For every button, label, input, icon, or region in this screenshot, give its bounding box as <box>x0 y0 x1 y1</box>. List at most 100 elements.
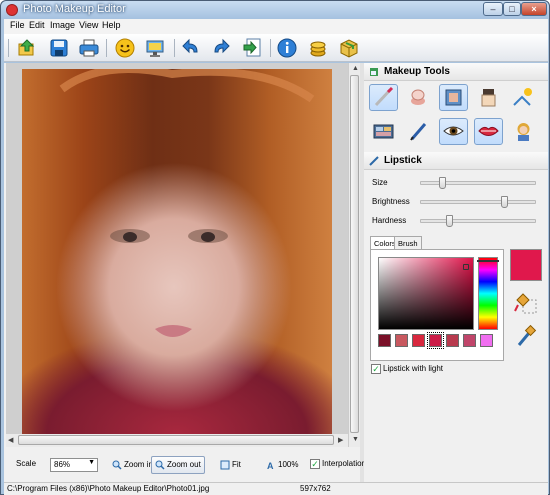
undo-icon[interactable] <box>180 37 202 59</box>
open-icon[interactable] <box>16 37 38 59</box>
scale-select[interactable]: 86% ▼ <box>50 458 98 472</box>
main-area: ▲ ▼ ◀ ▶ Scale 86% ▼ Zoom in Zoom out Fit… <box>4 63 548 482</box>
color-swatch[interactable] <box>463 334 476 347</box>
menu-file[interactable]: File <box>10 20 25 30</box>
fit-label: Fit <box>232 460 241 469</box>
saturation-value-picker[interactable] <box>378 257 474 330</box>
status-bar: C:\Program Files (x86)\Photo Makeup Edit… <box>4 482 548 495</box>
menu-help[interactable]: Help <box>102 20 121 30</box>
chevron-down-icon: ▼ <box>88 459 95 466</box>
actual-size-button[interactable]: A 100% <box>262 456 302 474</box>
menu-bar: File Edit Image View Help <box>4 19 548 34</box>
fit-button[interactable]: Fit <box>216 456 245 474</box>
menu-image[interactable]: Image <box>50 20 75 30</box>
color-swatch[interactable] <box>480 334 493 347</box>
eyeshadow-palette-icon <box>373 124 394 139</box>
lipstick-brush-icon <box>374 86 394 107</box>
close-button[interactable]: × <box>521 2 547 16</box>
size-slider[interactable] <box>420 177 536 189</box>
horizontal-scroll-thumb[interactable] <box>18 435 334 445</box>
brightness-slider-thumb[interactable] <box>500 196 508 208</box>
hardness-slider[interactable] <box>420 215 536 227</box>
color-swatch[interactable] <box>412 334 425 347</box>
tab-brush[interactable]: Brush <box>394 236 422 250</box>
coins-icon[interactable] <box>307 37 329 59</box>
powder-tool-button[interactable] <box>404 84 433 111</box>
powder-puff-icon <box>411 89 425 105</box>
fill-bucket-icon[interactable] <box>514 291 538 315</box>
svg-text:A: A <box>267 461 274 470</box>
save-icon[interactable] <box>48 37 70 59</box>
status-dimensions: 597x762 <box>300 484 331 493</box>
color-swatch[interactable] <box>427 332 444 349</box>
size-slider-thumb[interactable] <box>439 177 447 189</box>
interpolation-label: Interpolation <box>322 459 367 468</box>
minimize-button[interactable]: – <box>483 2 503 16</box>
color-picker-panel <box>370 249 504 361</box>
color-swatch[interactable] <box>378 334 391 347</box>
zoom-out-icon <box>155 460 165 470</box>
title-bar[interactable]: Photo Makeup Editor – □ × <box>1 1 549 19</box>
lipstick-tool-button[interactable] <box>369 84 398 111</box>
eyedropper-icon[interactable] <box>514 323 538 349</box>
zoom-bar: Scale 86% ▼ Zoom in Zoom out Fit A 100% … <box>6 453 366 479</box>
brightness-label: Brightness <box>372 197 410 206</box>
menu-edit[interactable]: Edit <box>29 20 45 30</box>
zoom-out-button[interactable]: Zoom out <box>151 456 205 474</box>
lipstick-with-light-checkbox[interactable]: ✓ <box>371 364 381 374</box>
scroll-left-icon[interactable]: ◀ <box>8 436 13 444</box>
cream-tool-button[interactable] <box>474 84 503 111</box>
redo-icon[interactable] <box>210 37 232 59</box>
actual-size-icon: A <box>267 461 274 470</box>
eye-tool-button[interactable] <box>439 118 468 145</box>
hardness-label: Hardness <box>372 216 407 225</box>
tanning-tool-button[interactable] <box>509 84 538 111</box>
eye-icon <box>443 126 464 136</box>
info-icon[interactable] <box>276 37 298 59</box>
main-toolbar <box>4 34 548 62</box>
zoom-in-button[interactable]: Zoom in <box>108 456 157 474</box>
monitor-icon[interactable] <box>144 37 166 59</box>
actual-size-label: 100% <box>278 460 299 469</box>
hue-marker[interactable] <box>477 260 499 262</box>
eyeshadow-tool-button[interactable] <box>369 118 398 145</box>
menu-view[interactable]: View <box>79 20 98 30</box>
horizontal-scrollbar[interactable]: ◀ ▶ <box>6 434 348 447</box>
scale-label: Scale <box>16 459 37 468</box>
fit-icon <box>220 460 230 470</box>
zoom-out-label: Zoom out <box>167 460 201 469</box>
hair-icon <box>517 123 530 141</box>
scroll-down-icon[interactable]: ▼ <box>352 436 359 443</box>
sun-chair-icon <box>513 88 532 106</box>
status-path: C:\Program Files (x86)\Photo Makeup Edit… <box>7 484 210 493</box>
image-canvas[interactable] <box>6 63 348 447</box>
box-icon[interactable] <box>338 37 360 59</box>
color-swatch[interactable] <box>395 334 408 347</box>
sv-marker[interactable] <box>463 264 469 270</box>
photo-image[interactable] <box>22 69 332 445</box>
vertical-scroll-thumb[interactable] <box>350 75 359 433</box>
lips-tool-button[interactable] <box>474 118 503 145</box>
app-window: Photo Makeup Editor – □ × File Edit Imag… <box>0 0 550 495</box>
maximize-button[interactable]: □ <box>503 2 521 16</box>
scroll-up-icon[interactable]: ▲ <box>352 65 359 72</box>
export-icon[interactable] <box>242 37 264 59</box>
eye-pencil-icon <box>410 123 427 141</box>
scroll-right-icon[interactable]: ▶ <box>338 436 343 444</box>
lips-icon <box>478 126 499 136</box>
current-color-swatch[interactable] <box>510 249 542 281</box>
hair-tool-button[interactable] <box>509 118 538 145</box>
eyeliner-tool-button[interactable] <box>404 118 433 145</box>
hardness-slider-thumb[interactable] <box>445 215 453 227</box>
color-swatch[interactable] <box>446 334 459 347</box>
hue-slider[interactable] <box>477 257 499 330</box>
foundation-icon <box>445 89 462 106</box>
foundation-tool-button[interactable] <box>439 84 468 111</box>
brightness-slider[interactable] <box>420 196 536 208</box>
print-icon[interactable] <box>78 37 100 59</box>
app-logo-icon <box>6 4 18 16</box>
interpolation-checkbox[interactable]: ✓ <box>310 459 320 469</box>
cream-jar-icon <box>481 89 496 107</box>
smiley-icon[interactable] <box>114 37 136 59</box>
vertical-scrollbar[interactable]: ▲ ▼ <box>348 63 360 447</box>
